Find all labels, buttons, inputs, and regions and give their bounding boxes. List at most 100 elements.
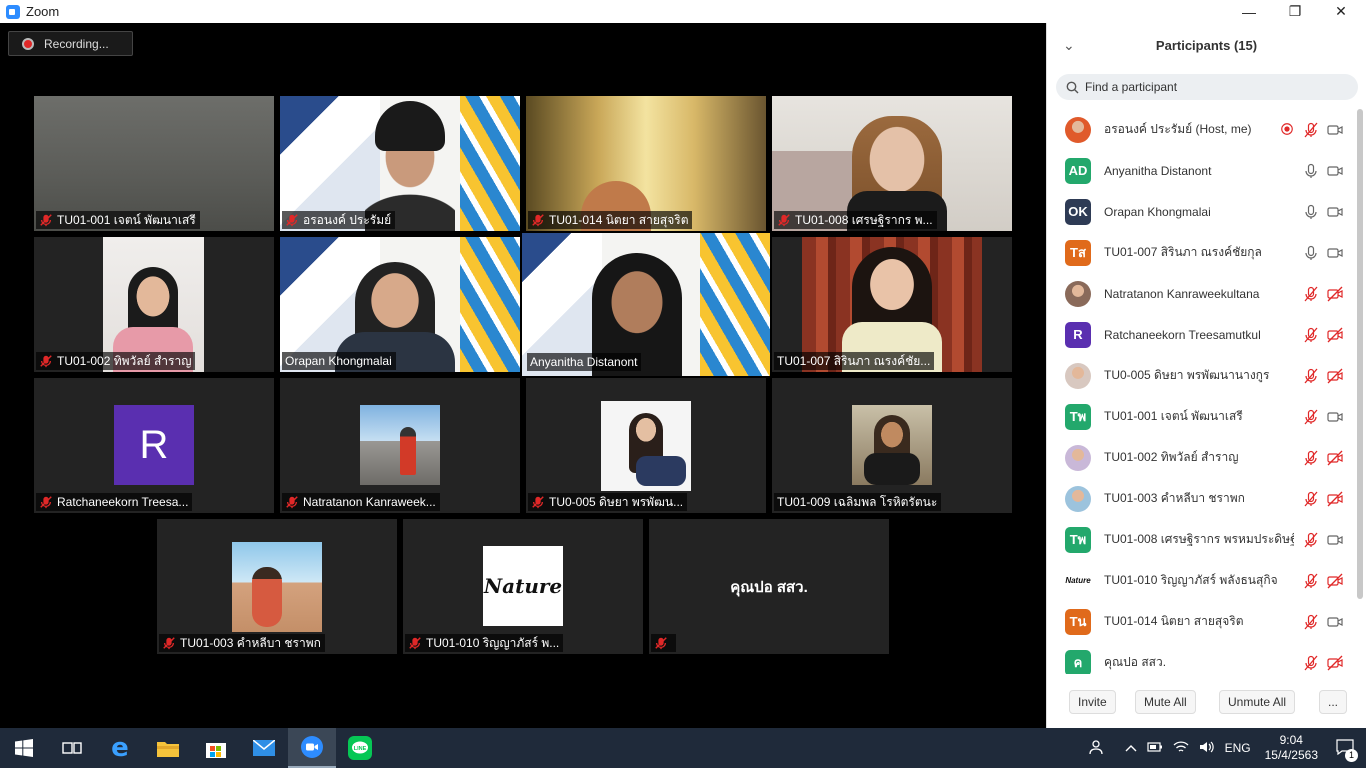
chevron-down-icon[interactable]: ⌄: [1063, 37, 1075, 54]
mic-muted-icon[interactable]: [1303, 573, 1319, 589]
mic-muted-icon: [409, 637, 421, 650]
video-icon[interactable]: [1327, 532, 1343, 548]
video-tile[interactable]: TU01-008 เศรษฐิรากร พ...: [772, 96, 1012, 231]
clock-date: 15/4/2563: [1264, 748, 1318, 762]
video-tile[interactable]: TU01-001 เจตน์ พัฒนาเสรี: [34, 96, 274, 231]
zoom-icon[interactable]: [288, 728, 336, 768]
participant-row[interactable]: AD Anyanitha Distanont: [1047, 150, 1352, 191]
video-off-icon[interactable]: [1327, 368, 1343, 384]
participant-row[interactable]: อรอนงค์ ประรัมย์ (Host, me): [1047, 109, 1352, 150]
task-view-icon[interactable]: [48, 728, 96, 768]
invite-button[interactable]: Invite: [1069, 690, 1116, 714]
mic-icon[interactable]: [1303, 204, 1319, 220]
mic-muted-icon[interactable]: [1303, 327, 1319, 343]
participant-row[interactable]: ค คุณปอ สสว.: [1047, 642, 1352, 674]
minimize-button[interactable]: —: [1226, 0, 1272, 23]
mic-muted-icon[interactable]: [1303, 450, 1319, 466]
video-off-icon[interactable]: [1327, 327, 1343, 343]
search-input[interactable]: [1085, 80, 1345, 94]
video-tile[interactable]: R Ratchaneekorn Treesa...: [34, 378, 274, 513]
video-off-icon[interactable]: [1327, 286, 1343, 302]
video-tile[interactable]: Nature TU01-010 ริญญาภัสร์ พ...: [403, 519, 643, 654]
participant-name: TU01-010 ริญญาภัสร์ พลังธนสุกิจ: [1104, 573, 1278, 587]
video-tile[interactable]: TU01-014 นิตยา สายสุจริต: [526, 96, 766, 231]
avatar: R: [114, 405, 194, 485]
tile-name-label: Ratchaneekorn Treesa...: [36, 493, 193, 511]
mic-muted-icon[interactable]: [1303, 368, 1319, 384]
avatar: [852, 405, 932, 485]
mic-muted-icon[interactable]: [1303, 655, 1319, 671]
video-icon[interactable]: [1327, 204, 1343, 220]
video-icon[interactable]: [1327, 122, 1343, 138]
video-off-icon[interactable]: [1327, 491, 1343, 507]
video-tile[interactable]: Natratanon Kanraweek...: [280, 378, 520, 513]
video-tile[interactable]: TU01-009 เฉลิมพล โรหิตรัตนะ: [772, 378, 1012, 513]
participant-avatar: [1065, 362, 1091, 389]
search-box[interactable]: [1056, 74, 1358, 100]
people-icon[interactable]: [1088, 739, 1105, 758]
video-off-icon[interactable]: [1327, 450, 1343, 466]
video-tile[interactable]: TU0-005 ดิษยา พรพัฒน...: [526, 378, 766, 513]
video-tile[interactable]: อรอนงค์ ประรัมย์: [280, 96, 520, 231]
tile-name-label: TU0-005 ดิษยา พรพัฒน...: [528, 493, 688, 511]
language-indicator[interactable]: ENG: [1225, 741, 1251, 755]
maximize-button[interactable]: ❐: [1272, 0, 1318, 23]
participant-row[interactable]: OK Orapan Khongmalai: [1047, 191, 1352, 232]
mic-muted-icon[interactable]: [1303, 409, 1319, 425]
start-icon[interactable]: [0, 728, 48, 768]
video-icon[interactable]: [1327, 409, 1343, 425]
scrollbar[interactable]: [1357, 109, 1363, 599]
video-tile[interactable]: คุณปอ สสว.: [649, 519, 889, 654]
mic-muted-icon[interactable]: [1303, 286, 1319, 302]
participant-row[interactable]: Natratanon Kanraweekultana: [1047, 273, 1352, 314]
recording-indicator[interactable]: Recording...: [8, 31, 133, 56]
battery-icon[interactable]: [1146, 741, 1163, 756]
participant-row[interactable]: TU01-003 คำหลีบา ชราพก: [1047, 478, 1352, 519]
file-explorer-icon[interactable]: [144, 728, 192, 768]
clock[interactable]: 9:04 15/4/2563: [1265, 733, 1318, 763]
video-icon[interactable]: [1327, 245, 1343, 261]
participant-row[interactable]: TU01-002 ทิพวัลย์ สำราญ: [1047, 437, 1352, 478]
mute-all-button[interactable]: Mute All: [1135, 690, 1196, 714]
video-icon[interactable]: [1327, 614, 1343, 630]
participant-avatar: [1065, 444, 1091, 471]
participant-row[interactable]: Tน TU01-014 นิตยา สายสุจริต: [1047, 601, 1352, 642]
video-tile[interactable]: Orapan Khongmalai: [280, 237, 520, 372]
notification-icon[interactable]: 1: [1336, 738, 1358, 762]
participant-name: TU01-003 คำหลีบา ชราพก: [1104, 491, 1245, 505]
more-button[interactable]: ...: [1319, 690, 1348, 714]
line-icon[interactable]: LINE: [336, 728, 384, 768]
close-button[interactable]: ✕: [1318, 0, 1364, 23]
participant-row[interactable]: R Ratchaneekorn Treesamutkul: [1047, 314, 1352, 355]
participant-row[interactable]: Tพ TU01-001 เจตน์ พัฒนาเสรี: [1047, 396, 1352, 437]
participant-row[interactable]: Tส TU01-007 สิรินภา ณรงค์ชัยกุล: [1047, 232, 1352, 273]
mail-icon[interactable]: [240, 728, 288, 768]
avatar: [232, 542, 322, 632]
video-tile[interactable]: TU01-007 สิรินภา ณรงค์ชัย...: [772, 237, 1012, 372]
video-tile-active-speaker[interactable]: Anyanitha Distanont: [522, 233, 770, 376]
participant-name: TU01-014 นิตยา สายสุจริต: [1104, 614, 1244, 628]
mic-muted-icon[interactable]: [1303, 491, 1319, 507]
tile-name-label: TU01-003 คำหลีบา ชราพก: [159, 634, 325, 652]
participant-row[interactable]: Nature TU01-010 ริญญาภัสร์ พลังธนสุกิจ: [1047, 560, 1352, 601]
participant-row[interactable]: Tพ TU01-008 เศรษฐิรากร พรหมประดิษฐ์: [1047, 519, 1352, 560]
video-tile[interactable]: TU01-003 คำหลีบา ชราพก: [157, 519, 397, 654]
video-gallery: Recording... TU01-001 เจตน์ พัฒนาเสรี อร…: [0, 23, 1046, 728]
video-off-icon[interactable]: [1327, 655, 1343, 671]
store-icon[interactable]: [192, 728, 240, 768]
unmute-all-button[interactable]: Unmute All: [1219, 690, 1296, 714]
participant-row[interactable]: TU0-005 ดิษยา พรพัฒนานางกูร: [1047, 355, 1352, 396]
participant-avatar: Tส: [1065, 239, 1091, 266]
video-tile[interactable]: TU01-002 ทิพวัลย์ สำราญ: [34, 237, 274, 372]
video-off-icon[interactable]: [1327, 573, 1343, 589]
edge-icon[interactable]: e: [96, 728, 144, 768]
mic-icon[interactable]: [1303, 245, 1319, 261]
mic-icon[interactable]: [1303, 163, 1319, 179]
mic-muted-icon[interactable]: [1303, 614, 1319, 630]
mic-muted-icon[interactable]: [1303, 532, 1319, 548]
chevron-up-icon[interactable]: [1125, 741, 1137, 755]
video-icon[interactable]: [1327, 163, 1343, 179]
volume-icon[interactable]: [1199, 740, 1215, 757]
mic-muted-icon[interactable]: [1303, 122, 1319, 138]
wifi-icon[interactable]: [1173, 740, 1189, 757]
